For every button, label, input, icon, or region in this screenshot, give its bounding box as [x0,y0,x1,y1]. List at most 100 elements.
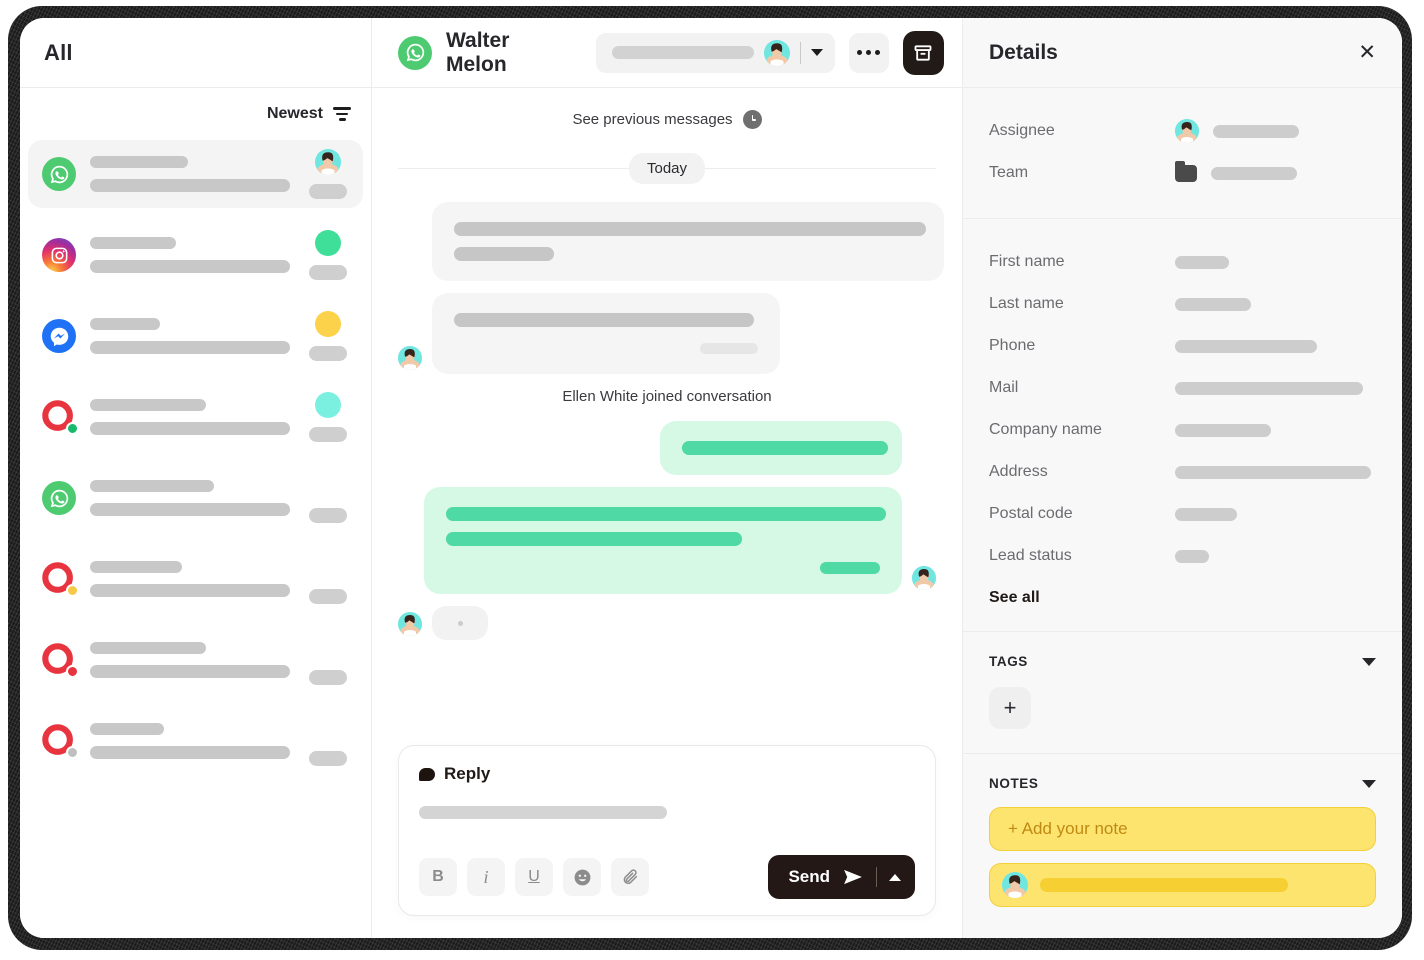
message-row [398,487,936,594]
detail-value [1175,549,1209,563]
contact-name-placeholder [90,642,206,654]
contact-name: Walter Melon [446,28,510,76]
message-preview-placeholder [90,665,290,678]
detail-value [1175,119,1299,143]
detail-label: Company name [989,421,1102,438]
conversation-thread-panel: Walter Melon See previous messages Today… [372,18,962,938]
detail-row[interactable]: First name [989,241,1376,283]
message-avatar [398,612,422,636]
message-text-placeholder [682,441,888,455]
message-input[interactable] [419,806,667,819]
conversation-list-item[interactable] [28,626,363,694]
detail-value-placeholder [1175,255,1229,269]
contact-fields-section: First name Last name Phone Mail Company name… [963,219,1402,632]
detail-row[interactable]: Company name [989,409,1376,451]
conversation-list-panel: All Newest [20,18,372,938]
conversation-meta [304,716,351,766]
detail-row[interactable]: Postal code [989,493,1376,535]
add-tag-button[interactable]: + [989,687,1031,729]
detail-value-placeholder [1175,465,1371,479]
detail-value-placeholder [1175,297,1251,311]
timestamp-placeholder [308,751,347,766]
timestamp-placeholder [308,184,347,199]
close-icon[interactable]: ✕ [1358,42,1376,63]
bold-button[interactable]: B [419,858,457,896]
channel-status-dot [66,584,79,597]
conversation-meta [304,473,351,523]
detail-row[interactable]: Lead status [989,535,1376,577]
message-text-placeholder [446,532,742,546]
inbox-title: All [44,39,73,65]
conversation-list-item[interactable] [28,545,363,613]
reply-tab[interactable]: Reply [419,764,915,784]
message-area: See previous messages Today Ellen White … [372,88,962,735]
attach-link-button[interactable] [611,858,649,896]
see-all-link[interactable]: See all [989,589,1376,607]
detail-value [1175,507,1237,521]
conversation-list-item[interactable] [28,707,363,775]
app-window: All Newest Walter Melon See previous mes… [20,18,1402,938]
italic-button[interactable]: i [467,858,505,896]
contact-name-placeholder [90,480,214,492]
detail-row[interactable]: Last name [989,283,1376,325]
chevron-down-icon[interactable] [811,49,824,56]
detail-value-placeholder [1175,549,1209,563]
assignee-avatar [314,149,341,175]
filter-icon[interactable] [333,107,351,121]
contact-name-placeholder [90,399,206,411]
assignee-selector[interactable] [596,32,836,73]
emoji-button[interactable] [563,858,601,896]
archive-icon[interactable] [902,30,944,75]
detail-label: Team [989,164,1029,181]
see-previous-messages[interactable]: See previous messages [398,110,936,129]
detail-row[interactable]: Team [989,152,1376,194]
channel-status-dot [66,422,79,435]
conversation-meta [304,392,351,442]
sort-control[interactable]: Newest [20,88,371,140]
messenger-icon [42,319,76,353]
conversation-list-item[interactable] [28,302,363,370]
detail-label: First name [989,253,1065,270]
conversation-list[interactable] [20,140,371,938]
assignee-avatar [314,392,341,418]
assignee-name-placeholder [612,46,755,59]
conversation-list-item[interactable] [28,464,363,532]
detail-row[interactable]: Mail [989,367,1376,409]
typing-indicator-row [398,606,936,640]
message-timestamp-placeholder [700,343,758,354]
sort-label: Newest [266,105,323,122]
add-note-button[interactable]: + Add your note [989,807,1376,851]
detail-value [1175,160,1297,182]
device-frame: All Newest Walter Melon See previous mes… [8,6,1412,950]
chevron-up-icon[interactable] [889,873,901,881]
conversation-list-item[interactable] [28,140,363,208]
channel-status-dot [66,665,79,678]
contact-name-placeholder [90,723,164,735]
message-preview-placeholder [90,341,290,354]
conversation-list-item[interactable] [28,221,363,289]
message-preview-placeholder [90,584,290,597]
conversation-preview [90,318,290,354]
underline-button[interactable]: U [515,858,553,896]
reply-composer[interactable]: Reply B i U Send [398,745,936,916]
detail-row[interactable]: Assignee [989,110,1376,152]
conversation-preview [90,723,290,759]
typing-indicator [432,606,488,640]
conversation-preview [90,561,290,597]
detail-row[interactable]: Phone [989,325,1376,367]
assignment-section: Assignee Team [963,88,1402,219]
incoming-message-bubble [432,202,944,281]
details-header: Details ✕ [963,18,1402,88]
more-options-icon[interactable] [849,32,889,73]
send-button-label: Send [788,867,830,886]
detail-label: Mail [989,379,1019,396]
conversation-list-item[interactable] [28,383,363,451]
chevron-down-icon[interactable] [1362,779,1376,788]
message-avatar [912,566,936,590]
detail-value-placeholder [1213,124,1299,138]
chevron-down-icon[interactable] [1362,657,1376,666]
detail-row[interactable]: Address [989,451,1376,493]
speech-bubble-icon [419,767,435,781]
note-item[interactable] [989,863,1376,907]
send-button[interactable]: Send [768,855,915,899]
